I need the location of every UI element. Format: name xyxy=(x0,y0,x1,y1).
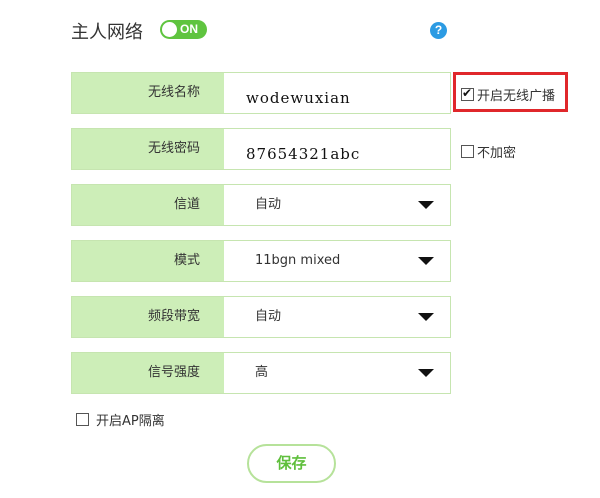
ap-isolation-label: 开启AP隔离 xyxy=(96,414,165,429)
mode-label: 模式 xyxy=(72,241,224,281)
toggle-knob xyxy=(162,22,177,37)
mode-value: 11bgn mixed xyxy=(255,253,341,268)
dropdown-arrow-icon xyxy=(418,369,434,377)
mode-row: 模式 11bgn mixed xyxy=(71,240,451,282)
no-encrypt-checkbox[interactable] xyxy=(461,145,474,158)
ssid-row: 无线名称 xyxy=(71,72,451,114)
ssid-input[interactable] xyxy=(224,73,450,113)
signal-label: 信号强度 xyxy=(72,353,224,393)
broadcast-checkbox[interactable] xyxy=(461,86,474,101)
section-title: 主人网络 xyxy=(71,22,143,43)
bandwidth-row: 频段带宽 自动 xyxy=(71,296,451,338)
save-button[interactable]: 保存 xyxy=(247,444,336,483)
no-encrypt-label: 不加密 xyxy=(477,146,517,161)
signal-select[interactable]: 高 xyxy=(224,353,450,393)
mode-select[interactable]: 11bgn mixed xyxy=(224,241,450,281)
password-input[interactable] xyxy=(224,129,450,169)
ssid-label: 无线名称 xyxy=(72,73,224,113)
password-row: 无线密码 xyxy=(71,128,451,170)
broadcast-option[interactable]: 开启无线广播 xyxy=(461,85,555,104)
channel-label: 信道 xyxy=(72,185,224,225)
dropdown-arrow-icon xyxy=(418,313,434,321)
password-label: 无线密码 xyxy=(72,129,224,169)
signal-row: 信号强度 高 xyxy=(71,352,451,394)
question-circle-icon[interactable]: ? xyxy=(430,22,447,39)
signal-value: 高 xyxy=(255,365,269,380)
channel-value: 自动 xyxy=(255,197,282,212)
ap-isolation-checkbox[interactable] xyxy=(76,413,89,426)
channel-row: 信道 自动 xyxy=(71,184,451,226)
no-encrypt-option[interactable]: 不加密 xyxy=(461,142,516,161)
bandwidth-select[interactable]: 自动 xyxy=(224,297,450,337)
bandwidth-label: 频段带宽 xyxy=(72,297,224,337)
broadcast-label: 开启无线广播 xyxy=(477,89,556,104)
bandwidth-value: 自动 xyxy=(255,309,282,324)
channel-select[interactable]: 自动 xyxy=(224,185,450,225)
toggle-label: ON xyxy=(180,22,198,36)
dropdown-arrow-icon xyxy=(418,257,434,265)
network-toggle[interactable]: ON xyxy=(160,20,207,39)
dropdown-arrow-icon xyxy=(418,201,434,209)
ap-isolation-option[interactable]: 开启AP隔离 xyxy=(76,410,165,429)
